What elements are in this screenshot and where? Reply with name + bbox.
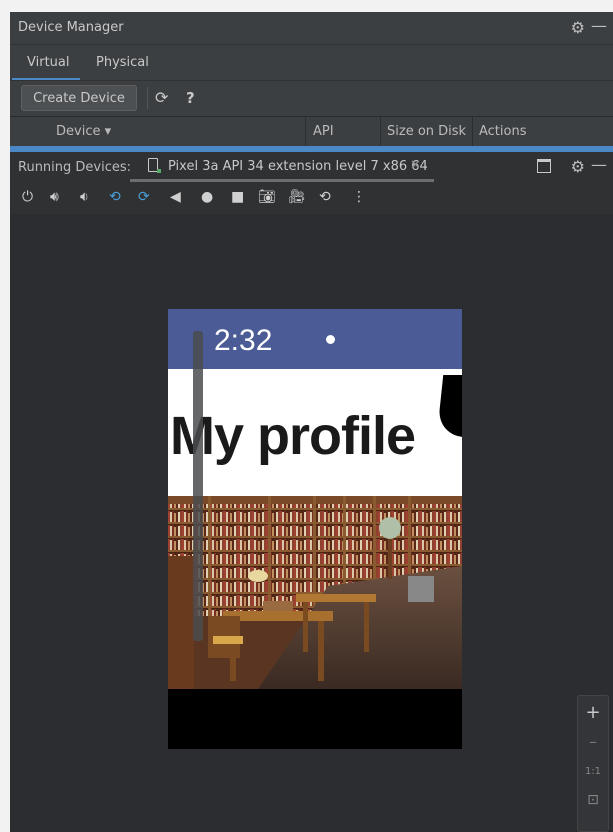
- create-device-button[interactable]: Create Device: [21, 85, 137, 111]
- refresh-icon[interactable]: ⟳: [155, 88, 168, 107]
- tab-virtual[interactable]: Virtual: [27, 55, 69, 70]
- column-api[interactable]: API: [313, 124, 334, 139]
- page-title: My profile: [170, 406, 416, 466]
- zoom-actual-size-button[interactable]: 1:1: [578, 766, 608, 777]
- window-mode-icon[interactable]: [537, 159, 551, 173]
- more-icon[interactable]: ⋮: [352, 189, 366, 205]
- volume-down-icon[interactable]: 🔉︎: [80, 189, 89, 205]
- sort-down-icon: ▾: [104, 124, 112, 139]
- scrollbar[interactable]: [193, 331, 203, 641]
- snapshot-icon[interactable]: ⟲: [319, 189, 331, 205]
- close-tab-icon[interactable]: ✕: [410, 158, 421, 173]
- library-image: [168, 496, 462, 689]
- settings-gear-icon[interactable]: ⚙: [571, 157, 585, 176]
- running-devices-header: Running Devices: Pixel 3a API 34 extensi…: [10, 152, 613, 182]
- column-separator: [305, 117, 306, 147]
- overview-icon[interactable]: ■: [231, 189, 244, 205]
- zoom-out-button[interactable]: –: [578, 732, 608, 751]
- notification-dot: [326, 335, 335, 344]
- running-devices-label: Running Devices:: [18, 160, 132, 175]
- device-manager-header: Device Manager ⚙ —: [10, 12, 613, 44]
- minimize-icon[interactable]: —: [591, 16, 607, 35]
- device-type-tabs: Virtual Physical: [10, 44, 613, 81]
- camera-icon[interactable]: 📷︎: [258, 189, 276, 205]
- column-separator: [380, 117, 381, 147]
- device-tab[interactable]: Pixel 3a API 34 extension level 7 x86 64…: [130, 152, 434, 182]
- volume-up-icon[interactable]: 🔊︎: [50, 189, 59, 205]
- back-icon[interactable]: ◀: [170, 189, 181, 205]
- zoom-fit-icon[interactable]: ⊡: [578, 792, 608, 808]
- column-separator: [472, 117, 473, 147]
- toolbar-separator: [147, 87, 148, 109]
- phone-screen[interactable]: 2:32 My profile: [168, 309, 462, 749]
- decorative-shape: [436, 375, 462, 437]
- column-size-on-disk[interactable]: Size on Disk: [387, 124, 466, 139]
- status-clock: 2:32: [214, 324, 273, 357]
- column-device[interactable]: Device ▾: [56, 124, 111, 139]
- emulator-toolbar: ⏻ 🔊︎ 🔉︎ ⟲ ⟳ ◀ ● ■ 📷︎ 🎥︎ ⟲ ⋮: [10, 182, 613, 214]
- settings-gear-icon[interactable]: ⚙: [571, 18, 585, 37]
- help-icon[interactable]: ?: [186, 89, 195, 107]
- panel-title: Device Manager: [18, 20, 124, 35]
- running-indicator: [157, 169, 161, 173]
- device-tab-label: Pixel 3a API 34 extension level 7 x86 64: [168, 159, 428, 174]
- zoom-controls: + – 1:1 ⊡: [577, 695, 609, 832]
- device-manager-panel: Device Manager ⚙ — Virtual Physical Crea…: [10, 12, 613, 832]
- minimize-icon[interactable]: —: [591, 155, 607, 174]
- column-actions[interactable]: Actions: [479, 124, 527, 139]
- rotate-left-icon[interactable]: ⟲: [109, 189, 121, 205]
- rotate-right-icon[interactable]: ⟳: [138, 189, 150, 205]
- status-bar: 2:32: [168, 309, 462, 369]
- app-content: My profile: [168, 369, 462, 496]
- tab-physical[interactable]: Physical: [96, 55, 149, 70]
- device-toolbar: Create Device ⟳ ?: [10, 80, 613, 117]
- record-icon[interactable]: 🎥︎: [288, 189, 306, 205]
- zoom-in-button[interactable]: +: [578, 702, 608, 723]
- device-table-header: Device ▾ API Size on Disk Actions: [10, 116, 613, 147]
- home-icon[interactable]: ●: [201, 189, 213, 205]
- power-icon[interactable]: ⏻: [22, 189, 33, 205]
